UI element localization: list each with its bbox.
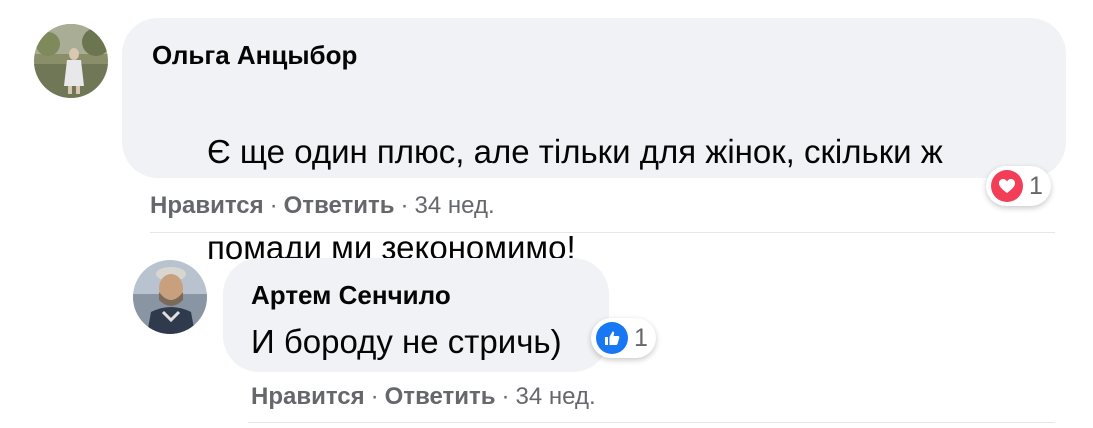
thumbs-up-icon <box>596 322 628 354</box>
reaction-count: 1 <box>634 324 648 352</box>
timestamp[interactable]: 34 нед. <box>415 192 495 219</box>
timestamp[interactable]: 34 нед. <box>516 383 596 410</box>
separator: · <box>370 383 379 410</box>
comment-bubble: Артем Сенчило И бороду не стричь) <box>223 258 609 372</box>
comment-author[interactable]: Ольга Анцыбор <box>152 40 1036 70</box>
reply-button[interactable]: Ответить <box>385 383 496 410</box>
avatar[interactable] <box>133 260 207 334</box>
like-button[interactable]: Нравится <box>150 192 264 219</box>
avatar[interactable] <box>34 24 108 98</box>
comment-bubble: Ольга Анцыбор Є ще один плюс, але тільки… <box>122 18 1066 266</box>
divider <box>248 422 1055 423</box>
reaction-summary[interactable]: 1 <box>591 318 656 358</box>
separator: · <box>400 192 409 219</box>
separator: · <box>501 383 510 410</box>
comment-text-line: Є ще один плюс, але тільки для жінок, ск… <box>207 133 943 170</box>
avatar-photo <box>34 24 108 98</box>
avatar-photo <box>133 260 207 334</box>
separator: · <box>269 192 278 219</box>
comments-section: Ольга Анцыбор Є ще один плюс, але тільки… <box>0 0 1093 428</box>
heart-icon <box>991 170 1023 202</box>
comment-text: И бороду не стричь) <box>251 323 562 360</box>
comment-actions: Нравится · Ответить · 34 нед. <box>251 382 596 412</box>
reaction-summary[interactable]: 1 <box>986 166 1051 206</box>
reaction-count: 1 <box>1029 172 1043 200</box>
reply-button[interactable]: Ответить <box>284 192 395 219</box>
comment-actions: Нравится · Ответить · 34 нед. <box>150 191 495 221</box>
comment-author[interactable]: Артем Сенчило <box>251 280 581 310</box>
like-button[interactable]: Нравится <box>251 383 365 410</box>
divider <box>150 232 1055 233</box>
